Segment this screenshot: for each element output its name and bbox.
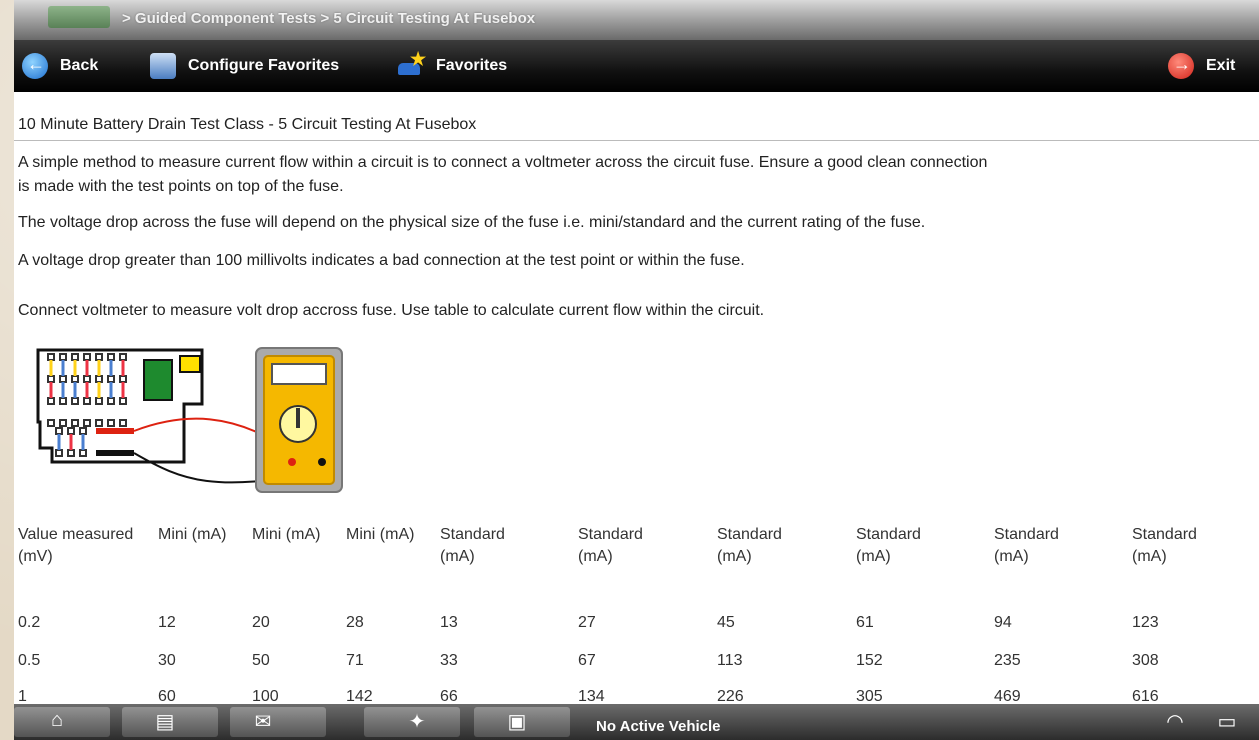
header-col-2: Mini (mA): [252, 526, 321, 543]
table-row-1-cell-0: 0.2: [18, 614, 41, 631]
table-row-1-cell-4: 13: [440, 614, 458, 631]
favorites-button[interactable]: ★ Favorites: [398, 40, 507, 92]
scanner-icon[interactable]: ✦: [404, 709, 430, 733]
header-col-5: Standard (mA): [578, 526, 643, 565]
back-label: Back: [60, 57, 99, 74]
home-icon[interactable]: ⌂: [44, 709, 70, 733]
content-area: 10 Minute Battery Drain Test Class - 5 C…: [14, 92, 1259, 705]
bottom-taskbar: ⌂ ▤ ✉ ✦ ▣ No Active Vehicle ◠ ▭: [14, 704, 1259, 740]
configure-favorites-button[interactable]: Configure Favorites: [150, 40, 339, 92]
app-window: > Guided Component Tests > 5 Circuit Tes…: [14, 0, 1259, 740]
table-row-1-cell-9: 123: [1132, 614, 1159, 631]
table-row-2-cell-6: 113: [717, 652, 743, 669]
header-col-3: Mini (mA): [346, 526, 415, 543]
header-col-6: Standard (mA): [717, 526, 782, 565]
exit-button[interactable]: Exit: [1168, 40, 1235, 92]
table-row-2-cell-2: 50: [252, 652, 270, 669]
table-row-2-cell-8: 235: [994, 652, 1021, 669]
data-icon[interactable]: ▤: [152, 709, 178, 733]
instruction-paragraph-3: A voltage drop greater than 100 millivol…: [18, 252, 745, 269]
table-row-2-cell-3: 71: [346, 652, 364, 669]
table-row-1-cell-7: 61: [856, 614, 874, 631]
page-title: 10 Minute Battery Drain Test Class - 5 C…: [18, 116, 477, 133]
exit-arrow-icon: [1168, 53, 1194, 79]
toolbar: Back Configure Favorites ★ Favorites Exi…: [14, 40, 1259, 92]
header-col-4: Standard (mA): [440, 526, 505, 565]
exit-label: Exit: [1206, 57, 1236, 74]
taskbar-slot-tools[interactable]: [230, 707, 326, 737]
table-row-2-cell-4: 33: [440, 652, 458, 669]
table-row-1-cell-1: 12: [158, 614, 176, 631]
breadcrumb: > Guided Component Tests > 5 Circuit Tes…: [14, 0, 1259, 40]
configure-icon: [150, 53, 176, 79]
breadcrumb-home-icon[interactable]: [48, 6, 110, 28]
header-col-7: Standard (mA): [856, 526, 921, 565]
table-row-2-cell-5: 67: [578, 652, 596, 669]
instruction-paragraph-1b: is made with the test points on top of t…: [18, 178, 344, 195]
tools-icon[interactable]: ✉: [250, 709, 276, 733]
header-col-9: Standard (mA): [1132, 526, 1197, 565]
back-button[interactable]: Back: [22, 40, 98, 92]
header-col-1: Mini (mA): [158, 526, 227, 543]
vehicle-icon[interactable]: ▣: [504, 709, 530, 733]
back-arrow-icon: [22, 53, 48, 79]
fusebox-multimeter-diagram: [36, 347, 343, 493]
title-divider: [14, 140, 1259, 141]
header-col-8: Standard (mA): [994, 526, 1059, 565]
table-row-1-cell-5: 27: [578, 614, 596, 631]
table-row-2-cell-9: 308: [1132, 652, 1159, 669]
table-row-2-cell-7: 152: [856, 652, 883, 669]
table-row-1-cell-6: 45: [717, 614, 735, 631]
table-row-2-cell-1: 30: [158, 652, 176, 669]
header-value-measured: Value measured (mV): [18, 526, 134, 565]
vehicle-status: No Active Vehicle: [596, 718, 721, 735]
battery-icon: ▭: [1217, 711, 1237, 733]
instruction-paragraph-1a: A simple method to measure current flow …: [18, 154, 988, 171]
table-row-1-cell-3: 28: [346, 614, 364, 631]
instruction-paragraph-4: Connect voltmeter to measure volt drop a…: [18, 302, 765, 319]
favorites-label: Favorites: [436, 57, 508, 74]
breadcrumb-text[interactable]: > Guided Component Tests > 5 Circuit Tes…: [122, 10, 535, 27]
table-row-1-cell-2: 20: [252, 614, 270, 631]
instruction-paragraph-2: The voltage drop across the fuse will de…: [18, 214, 926, 231]
favorites-star-icon: ★: [398, 49, 426, 79]
wifi-icon: ◠: [1166, 711, 1184, 733]
configure-label: Configure Favorites: [188, 57, 340, 74]
table-row-2-cell-0: 0.5: [18, 652, 41, 669]
table-row-1-cell-8: 94: [994, 614, 1012, 631]
